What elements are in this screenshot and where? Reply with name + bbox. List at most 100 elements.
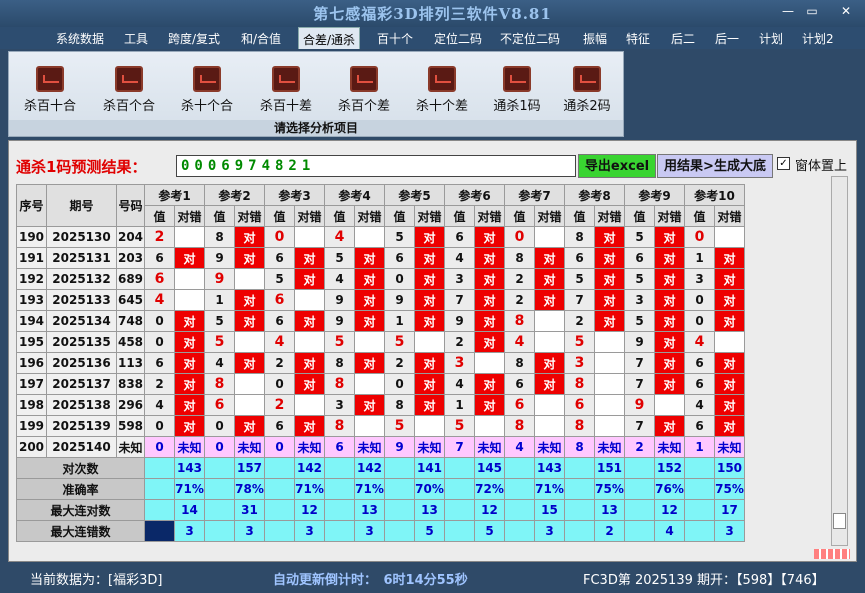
kill-bt-sum-button[interactable]: 杀百十合 xyxy=(19,66,81,114)
ref-hit-cell: 对 xyxy=(174,310,205,332)
table-row[interactable]: 195 2025135 458 0 对 5 4 5 5 2 对 4 5 9 对 4 xyxy=(16,331,745,353)
ref-value: 8 xyxy=(504,247,535,269)
pin-window-checkbox[interactable]: ✓ xyxy=(777,157,790,170)
stats-spacer xyxy=(684,520,715,542)
menu-last-two[interactable]: 后二 xyxy=(671,30,695,47)
ref-hit-cell: 对 xyxy=(534,247,565,269)
table-row[interactable]: 199 2025139 598 0 对 0 对 6 对 8 5 5 8 8 7 对 6 对 xyxy=(16,415,745,437)
maximize-button[interactable]: ▭ xyxy=(802,3,822,19)
row-issue: 2025134 xyxy=(46,310,117,332)
table-row[interactable]: 198 2025138 296 4 对 6 2 3 对 8 对 1 对 6 6 9 4 对 xyxy=(16,394,745,416)
ref-hit-cell: 对 xyxy=(234,352,265,374)
stats-spacer xyxy=(684,499,715,521)
vertical-scrollbar[interactable] xyxy=(831,176,848,546)
kill-one-code-button[interactable]: 通杀1码 xyxy=(486,66,548,114)
menu-span[interactable]: 跨度/复式 xyxy=(168,30,220,47)
menu-fixed-two[interactable]: 定位二码 xyxy=(434,30,482,47)
minimize-button[interactable]: — xyxy=(778,3,798,19)
close-button[interactable]: ✕ xyxy=(836,3,856,19)
ref-hit-cell: 对 xyxy=(354,310,385,332)
kill-bo-sum-button[interactable]: 杀百个合 xyxy=(98,66,160,114)
table-row[interactable]: 197 2025137 838 2 对 8 0 对 8 0 对 4 对 6 对 8 7 对 6 对 xyxy=(16,373,745,395)
menu-last-one[interactable]: 后一 xyxy=(715,30,739,47)
ref-value: 3 xyxy=(324,394,355,416)
ref-value: 8 xyxy=(504,310,535,332)
ref-value: 8 xyxy=(324,373,355,395)
prediction-value-field[interactable]: 0006974821 xyxy=(176,155,576,177)
stats-value: 13 xyxy=(414,499,445,521)
stats-label: 对次数 xyxy=(16,457,145,479)
kill-bt-diff-button[interactable]: 杀百十差 xyxy=(255,66,317,114)
menu-plan[interactable]: 计划 xyxy=(759,30,783,47)
stats-value: 76% xyxy=(654,478,685,500)
table-row[interactable]: 194 2025134 748 0 对 5 对 6 对 9 对 1 对 9 对 8 2 对 5 对 0 对 xyxy=(16,310,745,332)
analysis-ribbon: 杀百十合 杀百个合 杀十个合 杀百十差 杀百个差 杀十个差 通杀1码 通杀2码 … xyxy=(8,51,624,137)
row-seq: 193 xyxy=(16,289,47,311)
menu-position[interactable]: 百十个 xyxy=(377,30,413,47)
ref-value: 5 xyxy=(624,310,655,332)
stats-spacer xyxy=(324,520,355,542)
stats-spacer xyxy=(144,457,175,479)
ref-hit-cell: 对 xyxy=(234,289,265,311)
row-issue: 2025130 xyxy=(46,226,117,248)
stats-spacer xyxy=(144,478,175,500)
menu-amplitude[interactable]: 振幅 xyxy=(583,30,607,47)
table-row[interactable]: 190 2025130 204 2 8 对 0 4 5 对 6 对 0 8 对 5 对 0 xyxy=(16,226,745,248)
stats-value: 3 xyxy=(534,520,565,542)
menu-unfixed-two[interactable]: 不定位二码 xyxy=(500,30,560,47)
generate-base-button[interactable]: 用结果>生成大底 xyxy=(657,154,773,178)
ref-hit-cell: 对 xyxy=(234,415,265,437)
stats-value: 5 xyxy=(414,520,445,542)
ref-value: 7 xyxy=(624,415,655,437)
stats-value: 71% xyxy=(294,478,325,500)
stats-value: 71% xyxy=(174,478,205,500)
ref-hit-cell: 对 xyxy=(594,268,625,290)
ref-hit-cell: 对 xyxy=(654,226,685,248)
stats-spacer xyxy=(204,520,235,542)
ref-value: 8 xyxy=(564,226,595,248)
kill-two-code-button[interactable]: 通杀2码 xyxy=(556,66,618,114)
ref-miss-cell xyxy=(534,310,565,332)
ref-value: 9 xyxy=(204,268,235,290)
row-number: 未知 xyxy=(116,436,145,458)
menu-sum[interactable]: 和/合值 xyxy=(241,30,281,47)
stats-value: 70% xyxy=(414,478,445,500)
ref-miss-cell xyxy=(354,373,385,395)
scrollbar-thumb[interactable] xyxy=(833,513,846,529)
stats-value: 13 xyxy=(354,499,385,521)
ref-hit-cell: 对 xyxy=(654,289,685,311)
kill-to-sum-button[interactable]: 杀十个合 xyxy=(176,66,238,114)
menu-tools[interactable]: 工具 xyxy=(124,30,148,47)
ref-value: 4 xyxy=(324,226,355,248)
header-result: 对错 xyxy=(174,205,205,227)
ref-value: 1 xyxy=(684,247,715,269)
header-result: 对错 xyxy=(654,205,685,227)
table-row[interactable]: 192 2025132 689 6 9 5 对 4 对 0 对 3 对 2 对 5 对 5 对 3 对 xyxy=(16,268,745,290)
ref-value: 0 xyxy=(684,310,715,332)
kill-to-diff-button[interactable]: 杀十个差 xyxy=(411,66,473,114)
row-issue: 2025133 xyxy=(46,289,117,311)
table-row[interactable]: 193 2025133 645 4 1 对 6 9 对 9 对 7 对 2 对 7 对 3 对 0 对 xyxy=(16,289,745,311)
table-row[interactable]: 191 2025131 203 6 对 9 对 6 对 5 对 6 对 4 对 8 对 6 对 6 对 1 对 xyxy=(16,247,745,269)
ref-value: 9 xyxy=(624,331,655,353)
kill-bo-diff-button[interactable]: 杀百个差 xyxy=(333,66,395,114)
table-row[interactable]: 196 2025136 113 6 对 4 对 2 对 8 对 2 对 3 8 对 3 7 对 6 对 xyxy=(16,352,745,374)
ref-value: 6 xyxy=(684,352,715,374)
ref-value: 2 xyxy=(564,310,595,332)
ref-hit-cell: 对 xyxy=(234,247,265,269)
ref-value: 4 xyxy=(504,331,535,353)
stats-value: 145 xyxy=(474,457,505,479)
ref-miss-cell xyxy=(294,226,325,248)
pred-unknown: 未知 xyxy=(294,436,325,458)
stats-value: 157 xyxy=(234,457,265,479)
pred-value: 7 xyxy=(444,436,475,458)
prediction-row[interactable]: 200 2025140 未知 0 未知 0 未知 0 未知 6 未知 9 未知 7 未知 4 未知 8 未知 2 未知 1… xyxy=(16,436,745,458)
menu-features[interactable]: 特征 xyxy=(626,30,650,47)
menu-diff-kill[interactable]: 合差/通杀 xyxy=(298,27,361,49)
menu-plan2[interactable]: 计划2 xyxy=(802,30,834,47)
ref-value: 0 xyxy=(684,289,715,311)
pred-unknown: 未知 xyxy=(534,436,565,458)
menu-system-data[interactable]: 系统数据 xyxy=(56,30,104,47)
ref-value: 0 xyxy=(204,415,235,437)
export-excel-button[interactable]: 导出excel xyxy=(578,154,656,178)
